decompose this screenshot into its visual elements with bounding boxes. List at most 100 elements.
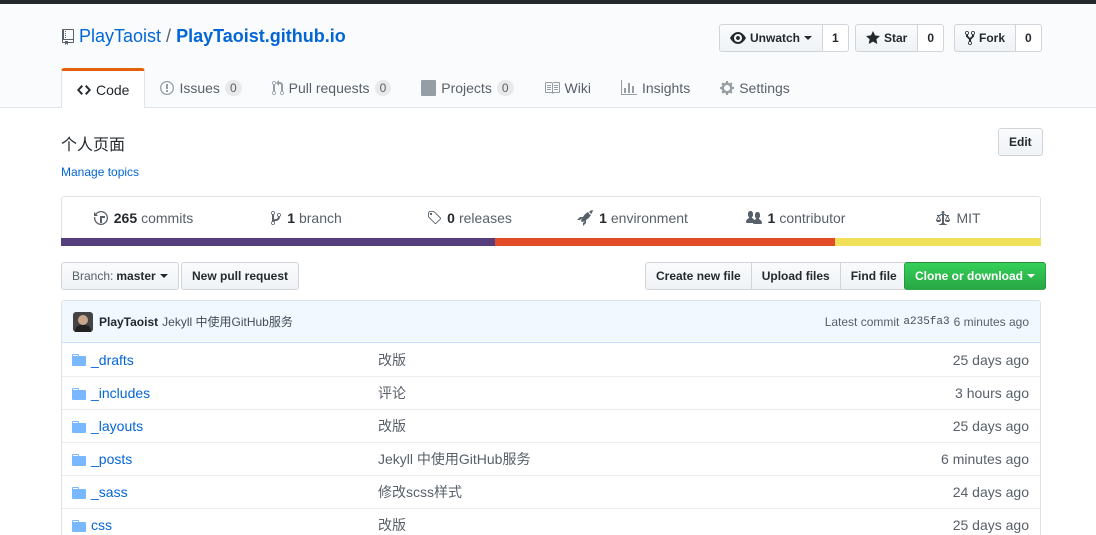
file-list: _drafts 改版 25 days ago _includes 评论 3 hours a… [62,343,1040,535]
file-age: 6 minutes ago [941,451,1029,467]
contributor-count: 1 [767,210,776,226]
commits-summary[interactable]: 265 commits [62,197,225,239]
file-commit-message[interactable]: 改版 [378,416,406,436]
chevron-down-icon [804,36,813,40]
branch-icon [271,211,282,225]
commit-message-link[interactable]: Jekyll 中使用GitHub服务 [162,313,293,330]
star-button[interactable]: Star [855,24,919,52]
tab-issues[interactable]: Issues 0 [145,68,256,108]
chevron-down-icon [1027,274,1035,278]
commit-author-link[interactable]: PlayTaoist [99,315,158,329]
folder-icon [72,518,86,535]
file-name-link[interactable]: _posts [91,451,132,467]
issues-counter: 0 [224,80,242,96]
star-count[interactable]: 0 [918,24,945,52]
repo-title: PlayTaoist / PlayTaoist.github.io [61,26,346,47]
tab-insights-label: Insights [641,80,691,96]
tab-projects-label: Projects [441,80,492,96]
manage-topics-link[interactable]: Manage topics [61,165,139,179]
file-commit-message[interactable]: 修改scss样式 [378,482,462,502]
language-segment[interactable] [495,238,836,246]
releases-label: releases [458,210,512,226]
repo-description: 个人页面 [61,137,126,154]
commits-count: 265 [113,210,138,226]
table-row[interactable]: _includes 评论 3 hours ago [62,376,1040,409]
tab-issues-label: Issues [179,80,220,96]
people-icon [745,211,762,224]
file-age: 3 hours ago [955,385,1029,401]
issue-icon [160,81,175,95]
branch-prefix: Branch: [72,269,114,283]
branch-name: master [116,269,156,283]
latest-commit-label: Latest commit [824,315,900,329]
clone-label: Clone or download [915,269,1023,283]
pull-requests-counter: 0 [374,80,392,96]
releases-summary[interactable]: 0 releases [388,197,551,239]
file-name-link[interactable]: _drafts [91,352,134,368]
table-row[interactable]: _drafts 改版 25 days ago [62,343,1040,376]
table-row[interactable]: _sass 修改scss样式 24 days ago [62,475,1040,508]
file-commit-message[interactable]: Jekyll 中使用GitHub服务 [378,449,530,469]
edit-description-button[interactable]: Edit [998,128,1043,156]
upload-files-button[interactable]: Upload files [750,262,841,290]
environments-summary[interactable]: 1 environment [551,197,714,239]
clone-or-download-button[interactable]: Clone or download [904,262,1046,290]
star-icon [866,31,880,44]
watch-count[interactable]: 1 [823,24,849,52]
repo-icon [62,28,74,45]
folder-icon [72,419,86,438]
fork-label: Fork [979,31,1006,45]
new-pull-request-button[interactable]: New pull request [181,262,300,290]
fork-button[interactable]: Fork [954,24,1017,52]
commit-age: 6 minutes ago [953,315,1029,329]
tab-pull-requests[interactable]: Pull requests 0 [257,68,407,108]
book-icon [544,82,560,94]
license-label: MIT [956,210,981,226]
branches-summary[interactable]: 1 branch [225,197,388,239]
table-row[interactable]: _posts Jekyll 中使用GitHub服务 6 minutes ago [62,442,1040,475]
language-segment[interactable] [835,238,1041,246]
repo-tabs: Code Issues 0 Pull requests 0 Projects 0… [61,68,805,112]
table-row[interactable]: css 改版 25 days ago [62,508,1040,535]
tab-settings-label: Settings [739,80,790,96]
language-segment[interactable] [61,238,496,246]
folder-icon [72,352,86,371]
chevron-down-icon [159,274,168,278]
unwatch-button[interactable]: Unwatch [719,24,824,52]
tab-insights[interactable]: Insights [606,68,705,108]
tab-code[interactable]: Code [61,68,146,108]
file-name-link[interactable]: _layouts [91,418,143,434]
repo-separator: / [166,26,172,46]
tab-settings[interactable]: Settings [705,68,805,108]
file-commit-message[interactable]: 评论 [378,383,406,403]
history-icon [93,211,108,225]
tag-icon [428,211,442,225]
fork-icon [965,30,975,46]
file-name-link[interactable]: _sass [91,484,128,500]
language-bar[interactable] [61,238,1041,246]
avatar[interactable] [73,311,93,332]
graph-icon [620,80,637,95]
file-name-link[interactable]: css [91,517,112,533]
branch-select-button[interactable]: Branch: master [61,262,179,290]
file-age: 24 days ago [952,484,1029,500]
file-table: PlayTaoist Jekyll 中使用GitHub服务 Latest com… [61,300,1041,535]
folder-icon [72,386,86,405]
repo-name-link[interactable]: PlayTaoist.github.io [176,26,346,47]
repo-owner-link[interactable]: PlayTaoist [79,26,161,47]
tab-projects[interactable]: Projects 0 [406,68,528,108]
contributors-summary[interactable]: 1 contributor [714,197,877,239]
license-summary[interactable]: MIT [877,197,1040,239]
file-name-link[interactable]: _includes [91,385,150,401]
file-actions-group: Create new file Upload files Find file [645,262,908,290]
file-commit-message[interactable]: 改版 [378,515,406,535]
create-new-file-button[interactable]: Create new file [645,262,752,290]
tab-code-label: Code [96,81,130,98]
table-row[interactable]: _layouts 改版 25 days ago [62,409,1040,442]
commit-sha-link[interactable]: a235fa3 [903,316,949,328]
tab-wiki[interactable]: Wiki [529,68,606,108]
find-file-button[interactable]: Find file [839,262,908,290]
file-commit-message[interactable]: 改版 [378,350,406,370]
fork-count[interactable]: 0 [1016,24,1042,52]
branch-label: branch [298,210,342,226]
